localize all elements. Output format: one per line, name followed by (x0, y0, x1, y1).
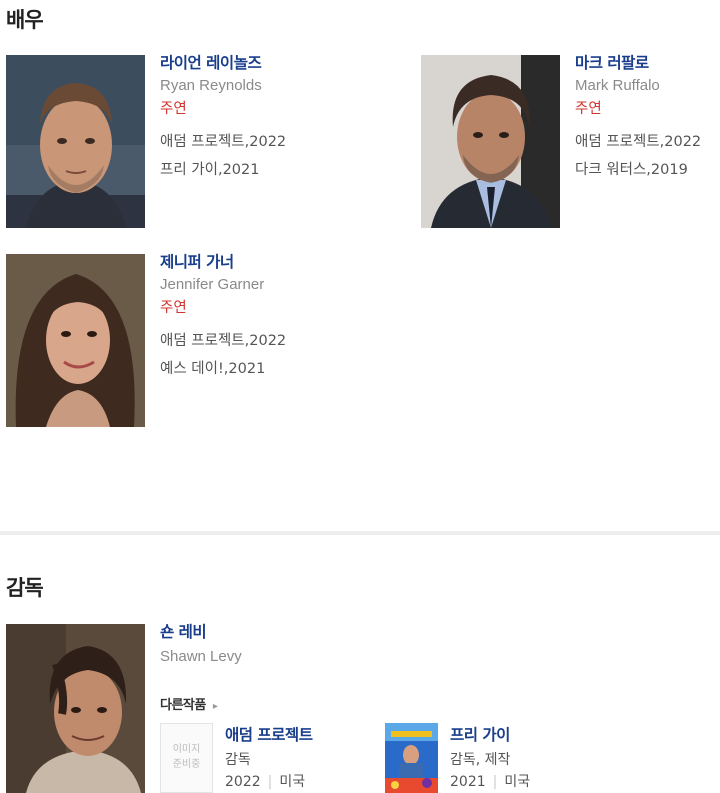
actor-english-name: Jennifer Garner (160, 275, 265, 293)
film-poster-free-guy[interactable] (385, 723, 438, 793)
chevron-right-icon: ▸ (212, 701, 218, 712)
actor-role: 주연 (160, 100, 187, 117)
film-thumbnail-placeholder[interactable]: 이미지 준비중 (160, 723, 213, 793)
director-section-title: 감독 (6, 576, 44, 600)
actor-work-2[interactable]: 프리 가이,2021 (160, 162, 286, 178)
actor-work-2[interactable]: 예스 데이!,2021 (160, 361, 286, 377)
actors-section-title: 배우 (6, 8, 44, 32)
director-english-name: Shawn Levy (160, 647, 242, 665)
actor-work-1[interactable]: 애덤 프로젝트,2022 (575, 135, 701, 150)
director-name[interactable]: 숀 레비 (160, 624, 242, 641)
film-role: 감독, 제작 (450, 752, 511, 768)
separator: | (267, 774, 273, 790)
actor-name[interactable]: 라이언 레이놀즈 (160, 55, 286, 72)
actor-work-1[interactable]: 애덤 프로젝트,2022 (160, 135, 286, 150)
actor-info-jennifer-garner: 제니퍼 가너 Jennifer Garner 주연 애덤 프로젝트,2022 예… (160, 254, 286, 377)
director-photo-shawn-levy[interactable] (6, 624, 145, 793)
film-country: 미국 (279, 774, 306, 790)
film-country: 미국 (504, 774, 531, 790)
actor-photo-mark-ruffalo[interactable] (421, 55, 560, 228)
actor-name[interactable]: 제니퍼 가너 (160, 254, 286, 271)
film-year-country: 2022 | 미국 (225, 771, 305, 791)
separator: | (492, 774, 498, 790)
image-placeholder-text: 이미지 준비중 (172, 744, 201, 770)
director-info: 숀 레비 Shawn Levy (160, 624, 242, 665)
actor-work-2[interactable]: 다크 워터스,2019 (575, 162, 701, 178)
actor-work-1[interactable]: 애덤 프로젝트,2022 (160, 334, 286, 349)
other-works-label: 다른작품 (160, 698, 206, 713)
actor-info-mark-ruffalo: 마크 러팔로 Mark Ruffalo 주연 애덤 프로젝트,2022 다크 워… (575, 55, 701, 178)
film-title[interactable]: 애덤 프로젝트 (225, 723, 313, 745)
film-year: 2022 (225, 774, 261, 790)
actor-role: 주연 (160, 299, 187, 316)
film-year: 2021 (450, 774, 486, 790)
section-divider (0, 531, 720, 535)
actor-photo-ryan-reynolds[interactable] (6, 55, 145, 228)
other-works-link[interactable]: 다른작품 ▸ (160, 694, 218, 713)
actor-photo-jennifer-garner[interactable] (6, 254, 145, 427)
film-year-country: 2021 | 미국 (450, 771, 530, 791)
actor-info-ryan-reynolds: 라이언 레이놀즈 Ryan Reynolds 주연 애덤 프로젝트,2022 프… (160, 55, 286, 178)
film-role: 감독 (225, 752, 251, 768)
film-title[interactable]: 프리 가이 (450, 723, 510, 745)
actor-english-name: Mark Ruffalo (575, 76, 660, 94)
actor-name[interactable]: 마크 러팔로 (575, 55, 701, 72)
actor-english-name: Ryan Reynolds (160, 76, 262, 94)
actor-role: 주연 (575, 100, 602, 117)
